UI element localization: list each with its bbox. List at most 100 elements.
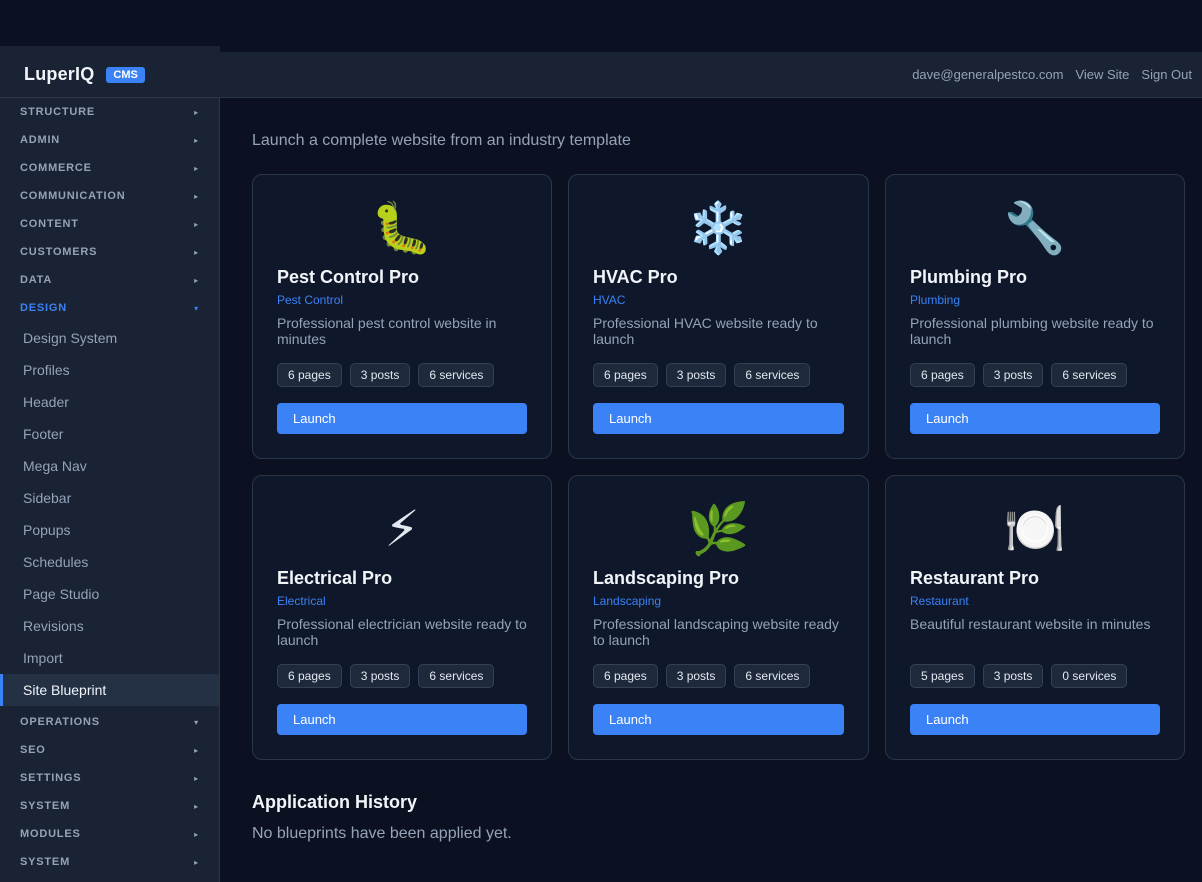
main-content: Launch a complete website from an indust… — [220, 98, 1202, 882]
sidebar-section-commerce[interactable]: COMMERCE ▸ — [0, 154, 219, 182]
brand-name[interactable]: LuperIQ — [24, 64, 94, 85]
sidebar-section-modules[interactable]: MODULES ▸ — [0, 820, 219, 848]
view-site-link[interactable]: View Site — [1075, 67, 1129, 82]
cms-badge: CMS — [106, 66, 145, 83]
sign-out-link[interactable]: Sign Out — [1141, 67, 1192, 82]
section-label: STRUCTURE — [20, 106, 96, 118]
sidebar-item-sidebar[interactable]: Sidebar — [0, 482, 219, 514]
section-label: DESIGN — [20, 302, 67, 314]
sidebar-section-system-2[interactable]: SYSTEM ▸ — [0, 848, 219, 876]
card-stats: 6 pages 3 posts 6 services — [277, 363, 495, 387]
chevron-right-icon: ▸ — [194, 857, 199, 867]
sidebar-section-operations[interactable]: OPERATIONS ▾ — [0, 708, 219, 736]
launch-button[interactable]: Launch — [277, 403, 527, 434]
pages-count: 6 pages — [277, 363, 342, 387]
card-description: Professional plumbing website ready to l… — [910, 315, 1154, 347]
brand[interactable]: LuperIQ CMS — [24, 64, 145, 85]
chevron-right-icon: ▸ — [194, 163, 199, 173]
pages-count: 5 pages — [910, 664, 975, 688]
user-email[interactable]: dave@generalpestco.com — [912, 67, 1063, 82]
section-label: CUSTOMERS — [20, 246, 98, 258]
posts-count: 3 posts — [349, 664, 411, 688]
card-description: Professional pest control website in min… — [277, 315, 497, 347]
card-industry: Pest Control — [277, 293, 344, 307]
blueprint-card: 🔧 Plumbing Pro Plumbing Professional plu… — [885, 174, 1185, 459]
lightning-icon: ⚡ — [384, 501, 420, 557]
top-bar: LuperIQ CMS dave@generalpestco.com View … — [0, 52, 1202, 98]
services-count: 6 services — [418, 664, 495, 688]
history-empty-text: No blueprints have been applied yet. — [252, 825, 512, 842]
sidebar-section-system[interactable]: SYSTEM ▸ — [0, 792, 219, 820]
sidebar-item-header[interactable]: Header — [0, 386, 219, 418]
chevron-right-icon: ▸ — [194, 745, 199, 755]
card-industry: Plumbing — [910, 293, 961, 307]
sidebar-item-popups[interactable]: Popups — [0, 514, 219, 546]
blueprint-card: 🍽️ Restaurant Pro Restaurant Beautiful r… — [885, 475, 1185, 760]
sidebar-section-seo[interactable]: SEO ▸ — [0, 736, 219, 764]
launch-button[interactable]: Launch — [593, 704, 844, 735]
services-count: 6 services — [1051, 363, 1128, 387]
history-title: Application History — [252, 792, 418, 812]
sidebar-section-structure[interactable]: STRUCTURE ▸ — [0, 98, 219, 126]
card-description: Professional HVAC website ready to launc… — [593, 315, 818, 347]
chevron-right-icon: ▸ — [194, 801, 199, 811]
card-stats: 5 pages 3 posts 0 services — [910, 664, 1128, 688]
sidebar-section-settings[interactable]: SETTINGS ▸ — [0, 764, 219, 792]
launch-button[interactable]: Launch — [593, 403, 844, 434]
sidebar-item-page-studio[interactable]: Page Studio — [0, 578, 219, 610]
chevron-right-icon: ▸ — [194, 247, 199, 257]
blueprint-card: ⚡ Electrical Pro Electrical Professional… — [252, 475, 552, 760]
card-title: HVAC Pro — [593, 267, 678, 287]
sidebar-item-revisions[interactable]: Revisions — [0, 610, 219, 642]
section-label: CONTENT — [20, 218, 79, 230]
page-intro: Launch a complete website from an indust… — [252, 132, 631, 149]
snowflake-icon: ❄️ — [687, 200, 750, 256]
leaf-icon: 🌿 — [687, 501, 750, 557]
sidebar-item-design-system[interactable]: Design System — [0, 322, 219, 354]
bug-icon: 🐛 — [370, 200, 434, 256]
section-label: MODULES — [20, 828, 81, 840]
wrench-icon: 🔧 — [1003, 200, 1067, 256]
posts-count: 3 posts — [665, 363, 727, 387]
sidebar-item-mega-nav[interactable]: Mega Nav — [0, 450, 219, 482]
sidebar-section-communication[interactable]: COMMUNICATION ▸ — [0, 182, 219, 210]
card-stats: 6 pages 3 posts 6 services — [593, 363, 811, 387]
posts-count: 3 posts — [349, 363, 411, 387]
section-label: COMMERCE — [20, 162, 92, 174]
sidebar-item-schedules[interactable]: Schedules — [0, 546, 219, 578]
chevron-right-icon: ▸ — [194, 773, 199, 783]
card-title: Pest Control Pro — [277, 267, 420, 287]
blueprint-card: 🐛 Pest Control Pro Pest Control Professi… — [252, 174, 552, 459]
card-description: Professional electrician website ready t… — [277, 616, 527, 648]
launch-button[interactable]: Launch — [277, 704, 527, 735]
card-description: Beautiful restaurant website in minutes — [910, 616, 1151, 632]
section-label: COMMUNICATION — [20, 190, 126, 202]
card-industry: Restaurant — [910, 594, 969, 608]
pages-count: 6 pages — [277, 664, 342, 688]
sidebar-item-site-blueprint[interactable]: Site Blueprint — [0, 674, 219, 706]
launch-button[interactable]: Launch — [910, 403, 1160, 434]
sidebar-item-footer[interactable]: Footer — [0, 418, 219, 450]
launch-button[interactable]: Launch — [910, 704, 1160, 735]
card-industry: Landscaping — [593, 594, 662, 608]
card-description: Professional landscaping website ready t… — [593, 616, 839, 648]
sidebar-section-design[interactable]: DESIGN ▾ — [0, 294, 219, 322]
sidebar-section-data[interactable]: DATA ▸ — [0, 266, 219, 294]
card-industry: Electrical — [277, 594, 326, 608]
sidebar-section-content[interactable]: CONTENT ▸ — [0, 210, 219, 238]
card-stats: 6 pages 3 posts 6 services — [910, 363, 1128, 387]
section-label: OPERATIONS — [20, 716, 100, 728]
card-title: Electrical Pro — [277, 568, 393, 588]
sidebar-section-admin[interactable]: ADMIN ▸ — [0, 126, 219, 154]
services-count: 0 services — [1051, 664, 1128, 688]
chevron-right-icon: ▸ — [194, 219, 199, 229]
services-count: 6 services — [734, 363, 811, 387]
pages-count: 6 pages — [910, 363, 975, 387]
sidebar-item-profiles[interactable]: Profiles — [0, 354, 219, 386]
sidebar-section-customers[interactable]: CUSTOMERS ▸ — [0, 238, 219, 266]
plate-icon: 🍽️ — [1003, 501, 1067, 557]
card-title: Restaurant Pro — [910, 568, 1040, 588]
sidebar-item-import[interactable]: Import — [0, 642, 219, 674]
chevron-right-icon: ▸ — [194, 107, 199, 117]
pages-count: 6 pages — [593, 664, 658, 688]
